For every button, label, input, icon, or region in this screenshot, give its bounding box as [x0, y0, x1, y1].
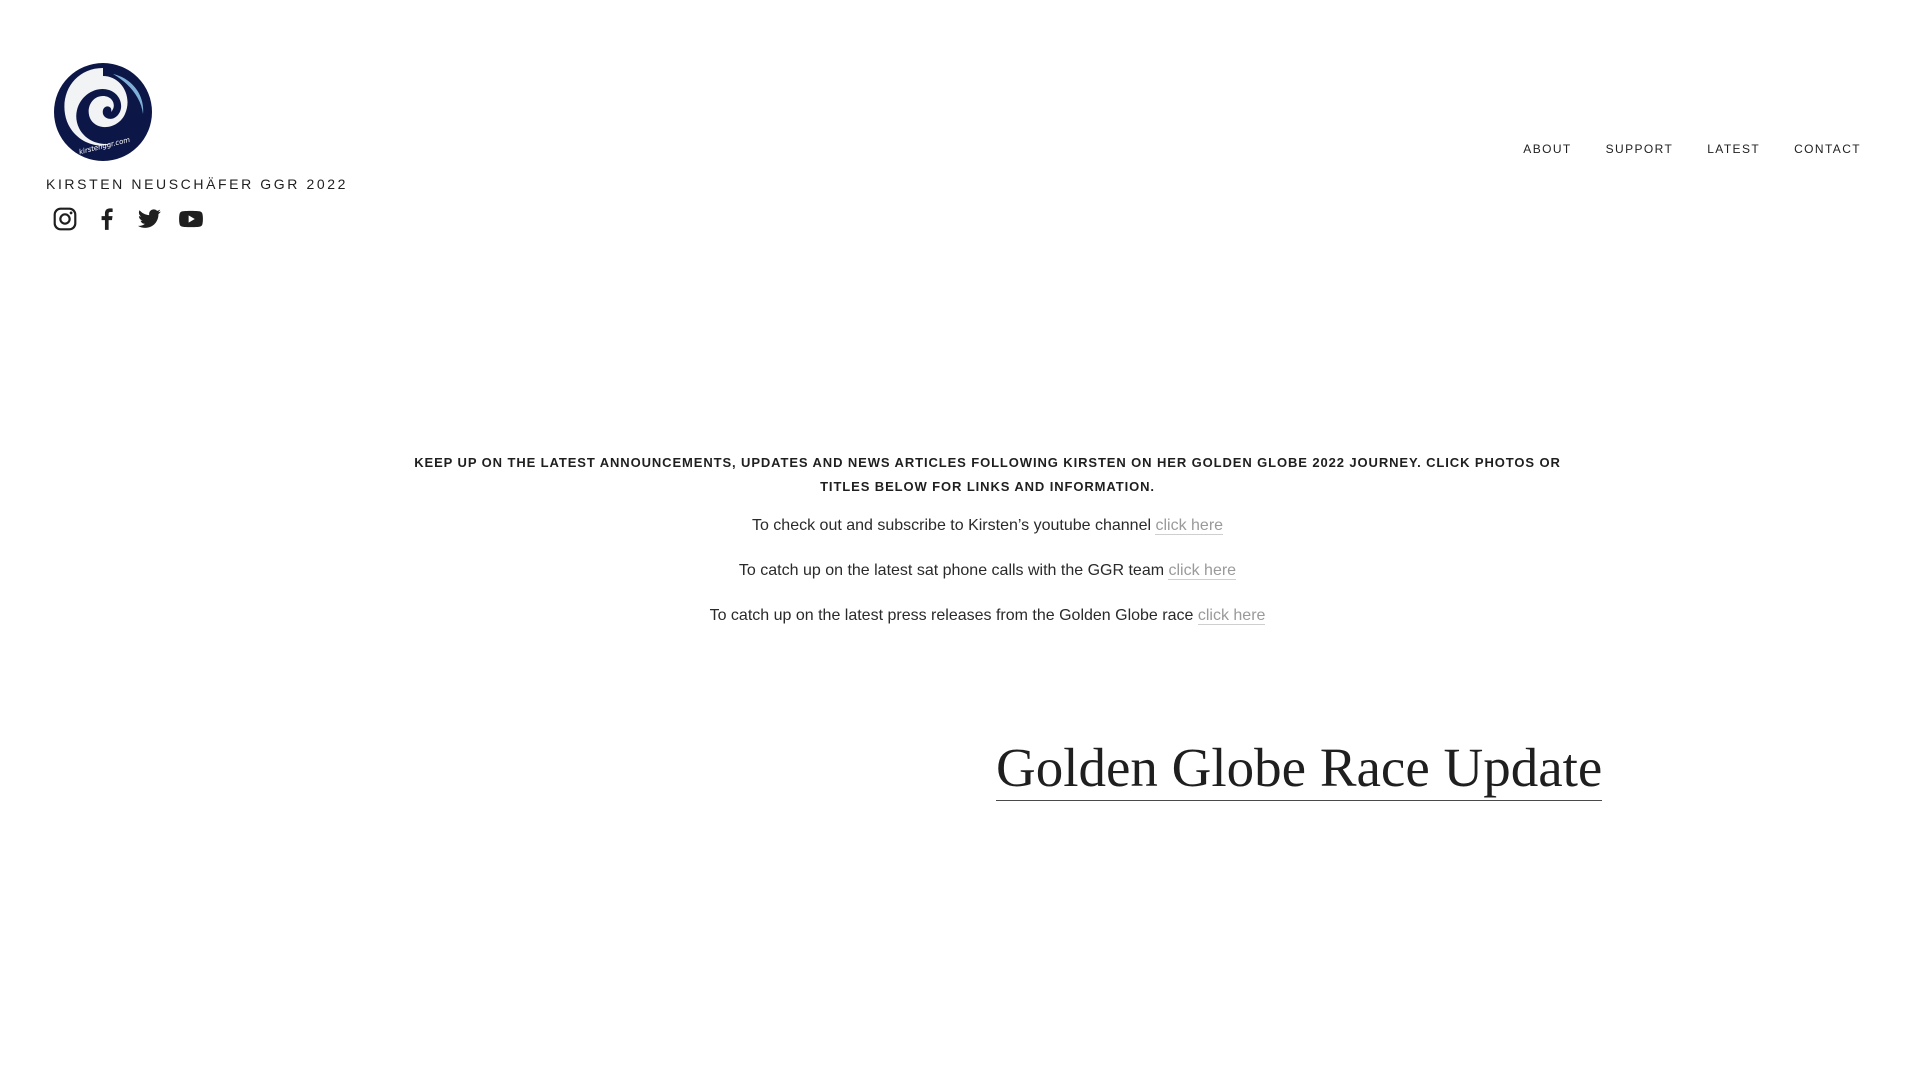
- youtube-icon: [179, 210, 203, 228]
- youtube-link[interactable]: [178, 206, 204, 232]
- facebook-link[interactable]: [94, 206, 120, 232]
- page: kirstenggr.com KIRSTEN NEUSCHÄFER GGR 20…: [0, 0, 1920, 1080]
- nav-about[interactable]: ABOUT: [1523, 142, 1571, 156]
- youtube-line-text: To check out and subscribe to Kirsten’s …: [751, 517, 1156, 534]
- nav-contact[interactable]: CONTACT: [1794, 142, 1861, 156]
- instagram-icon: [53, 207, 77, 231]
- resource-links: To check out and subscribe to Kirsten’s …: [400, 514, 1575, 649]
- kirstenggr-logo: kirstenggr.com: [54, 63, 152, 161]
- facebook-icon: [101, 208, 113, 230]
- nav-support[interactable]: SUPPORT: [1606, 142, 1674, 156]
- intro-heading: KEEP UP ON THE LATEST ANNOUNCEMENTS, UPD…: [414, 455, 1561, 494]
- sat-phone-click-here-link[interactable]: click here: [1168, 562, 1237, 580]
- twitter-icon: [137, 209, 161, 228]
- youtube-line: To check out and subscribe to Kirsten’s …: [400, 514, 1575, 538]
- post-title: Golden Globe Race Update: [996, 734, 1603, 802]
- press-click-here-link[interactable]: click here: [1197, 607, 1266, 625]
- site-title[interactable]: KIRSTEN NEUSCHÄFER GGR 2022: [46, 176, 366, 192]
- main-nav: ABOUT SUPPORT LATEST CONTACT: [1523, 142, 1861, 156]
- brand: kirstenggr.com KIRSTEN NEUSCHÄFER GGR 20…: [46, 62, 366, 232]
- post-title-link[interactable]: Golden Globe Race Update: [996, 737, 1603, 801]
- sat-phone-line: To catch up on the latest sat phone call…: [400, 559, 1575, 583]
- logo-link[interactable]: kirstenggr.com: [46, 62, 366, 162]
- nav-latest[interactable]: LATEST: [1707, 142, 1760, 156]
- youtube-click-here-link[interactable]: click here: [1155, 517, 1224, 535]
- twitter-link[interactable]: [136, 206, 162, 232]
- sat-phone-line-text: To catch up on the latest sat phone call…: [738, 562, 1169, 579]
- press-line: To catch up on the latest press releases…: [400, 604, 1575, 628]
- social-links: [52, 206, 366, 232]
- press-line-text: To catch up on the latest press releases…: [709, 607, 1198, 624]
- instagram-link[interactable]: [52, 206, 78, 232]
